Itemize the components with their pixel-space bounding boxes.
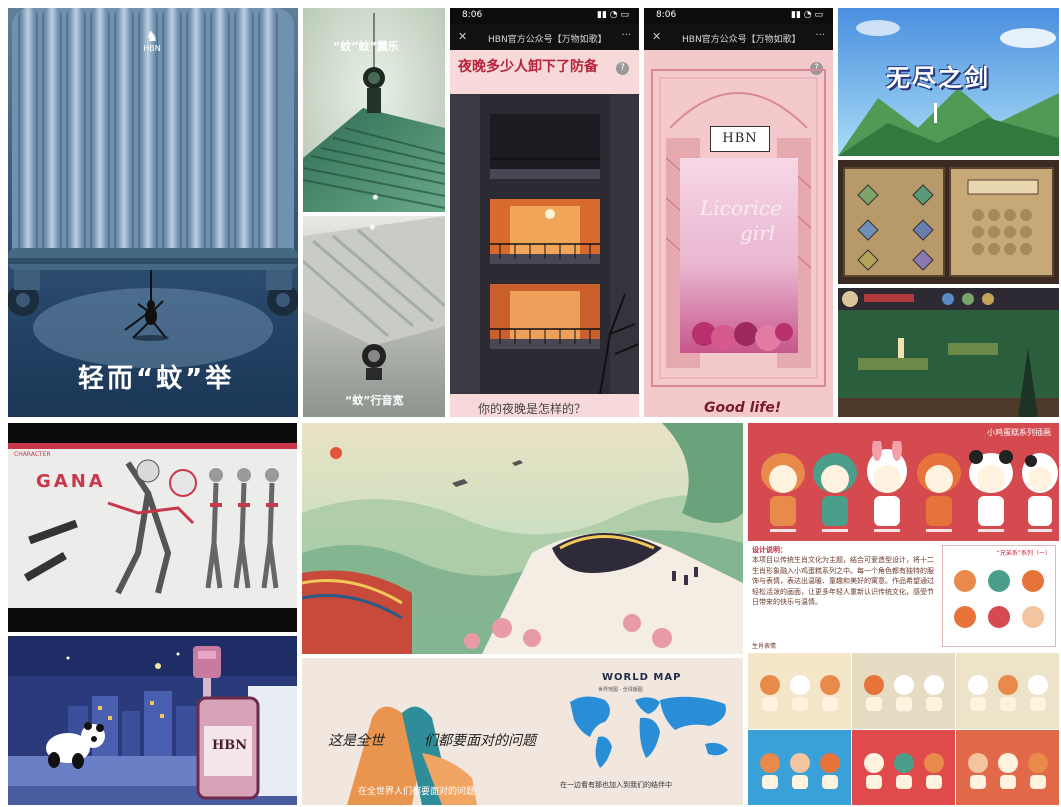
headline-left: 这是全世 [328,733,384,749]
more-icon[interactable]: ··· [815,30,825,41]
footer-left: 在全世界人们都要面对的问题 [358,787,476,797]
deer-icon: ♞ [145,29,159,45]
description-text: 本项目以传统生肖文化为主题，结合可爱造型设计，将十二生肖形象融入小鸡蛋糕系列之中… [752,556,934,606]
phone-status-bar: 8:06 ▮▮ ◔ ▭ [644,8,833,24]
status-time: 8:06 [462,10,483,20]
nav-title: HBN官方公众号【万物如歌】 [488,35,607,45]
tile-green-ad-bottom[interactable]: ✺ “蚊”行音宽 [303,216,445,417]
side-panel-characters [954,570,1044,628]
description-title: 设计说明： [752,546,787,554]
status-icons: ▮▮ ◔ ▭ [597,10,629,20]
description-block: 设计说明： 本项目以传统生肖文化为主题，结合可爱造型设计，将十二生肖形象融入小鸡… [752,545,938,645]
status-time: 8:06 [656,10,677,20]
ad-slogan: 轻而“蚊”举 [78,364,235,394]
tile-zodiac[interactable]: 小鸡蛋糕系列插画 设计说明： 本项目以传统生肖文化为主题，结合可爱造型设计，将十… [748,423,1059,805]
bottle-label: HBN [212,738,248,753]
phone-nav-bar: ✕ HBN官方公众号【万物如歌】 ··· [450,24,639,50]
game-level-screen [838,288,1059,417]
zodiac-title: 小鸡蛋糕系列插画 [987,428,1051,437]
character-name: GANA [36,471,106,492]
tile-suitcase-ad[interactable]: ♞ HBN 轻而“蚊”举 [8,8,298,417]
article-bottom-text: 你的夜晚是怎样的？ [478,402,587,416]
side-panel: “兄弟系”系列（一） [942,545,1056,647]
headline-right: 们都要面对的问题 [424,733,536,749]
night-building-illustration [450,94,639,394]
svg-text:✺: ✺ [369,223,376,232]
status-icons: ▮▮ ◔ ▭ [791,10,823,20]
suitcase-illustration [8,8,298,417]
help-icon[interactable]: ? [616,62,629,75]
sheet-header-tag: CHARACTER [14,451,51,458]
game-title: 无尽之剑 [886,64,990,92]
gana-character-sheet [8,443,297,608]
tile-phone-licorice[interactable]: 8:06 ▮▮ ◔ ▭ ✕ HBN官方公众号【万物如歌】 ··· ? HBN L… [644,8,833,417]
zodiac-color-grid [748,653,1059,805]
nav-title: HBN官方公众号【万物如歌】 [682,35,801,45]
zodiac-characters [761,441,1058,532]
footer-right: 在一边看有那也加入到我们的结伴中 [560,781,672,789]
brand-logo: ♞ HBN [137,30,167,53]
logo-box: HBN [710,126,770,152]
tile-landscape[interactable] [302,423,743,654]
article-headline: 夜晚多少人卸下了防备 [458,59,598,75]
article-bottom-text: Good life! [704,400,782,416]
brand-name: HBN [143,44,161,53]
phone-status-bar: 8:06 ▮▮ ◔ ▭ [450,8,639,24]
close-icon[interactable]: ✕ [652,30,661,43]
logo-text: HBN [722,131,758,146]
script-line-2: girl [740,221,776,245]
berries-illustration [692,322,793,351]
world-map-graphic [570,696,728,768]
fantasy-landscape-illustration [302,423,743,654]
sub-label: 生肖表情 [752,643,777,650]
green-ad-bottom-illustration: ✺ [303,216,445,417]
tile-gana-sheet[interactable]: CHARACTER GANA [8,423,297,632]
tile-phone-night[interactable]: 8:06 ▮▮ ◔ ▭ ✕ HBN官方公众号【万物如歌】 ··· 夜晚多少人卸下… [450,8,639,417]
map-title: WORLD MAP [602,672,682,683]
tile-green-ad-top[interactable]: ✺ “蚊”蚊”震乐 [303,8,445,212]
bottom-caption: “蚊”行音宽 [345,394,404,407]
svg-text:✺: ✺ [372,193,379,202]
tile-panda-bottle[interactable]: HBN [8,636,297,805]
tile-world-map[interactable]: 这是全世 们都要面对的问题 在全世界人们都要面对的问题 WORLD MAP 世界… [302,658,743,805]
game-inventory-screen [838,160,1059,284]
top-caption: “蚊”蚊”震乐 [333,40,399,53]
side-panel-title: “兄弟系”系列（一） [996,550,1051,557]
script-line-1: Licorice [700,196,782,220]
tile-game[interactable]: 无尽之剑 [838,8,1059,417]
more-icon[interactable]: ··· [621,30,631,41]
phone-nav-bar: ✕ HBN官方公众号【万物如歌】 ··· [644,24,833,50]
close-icon[interactable]: ✕ [458,30,467,43]
panda-night-illustration [8,636,297,805]
